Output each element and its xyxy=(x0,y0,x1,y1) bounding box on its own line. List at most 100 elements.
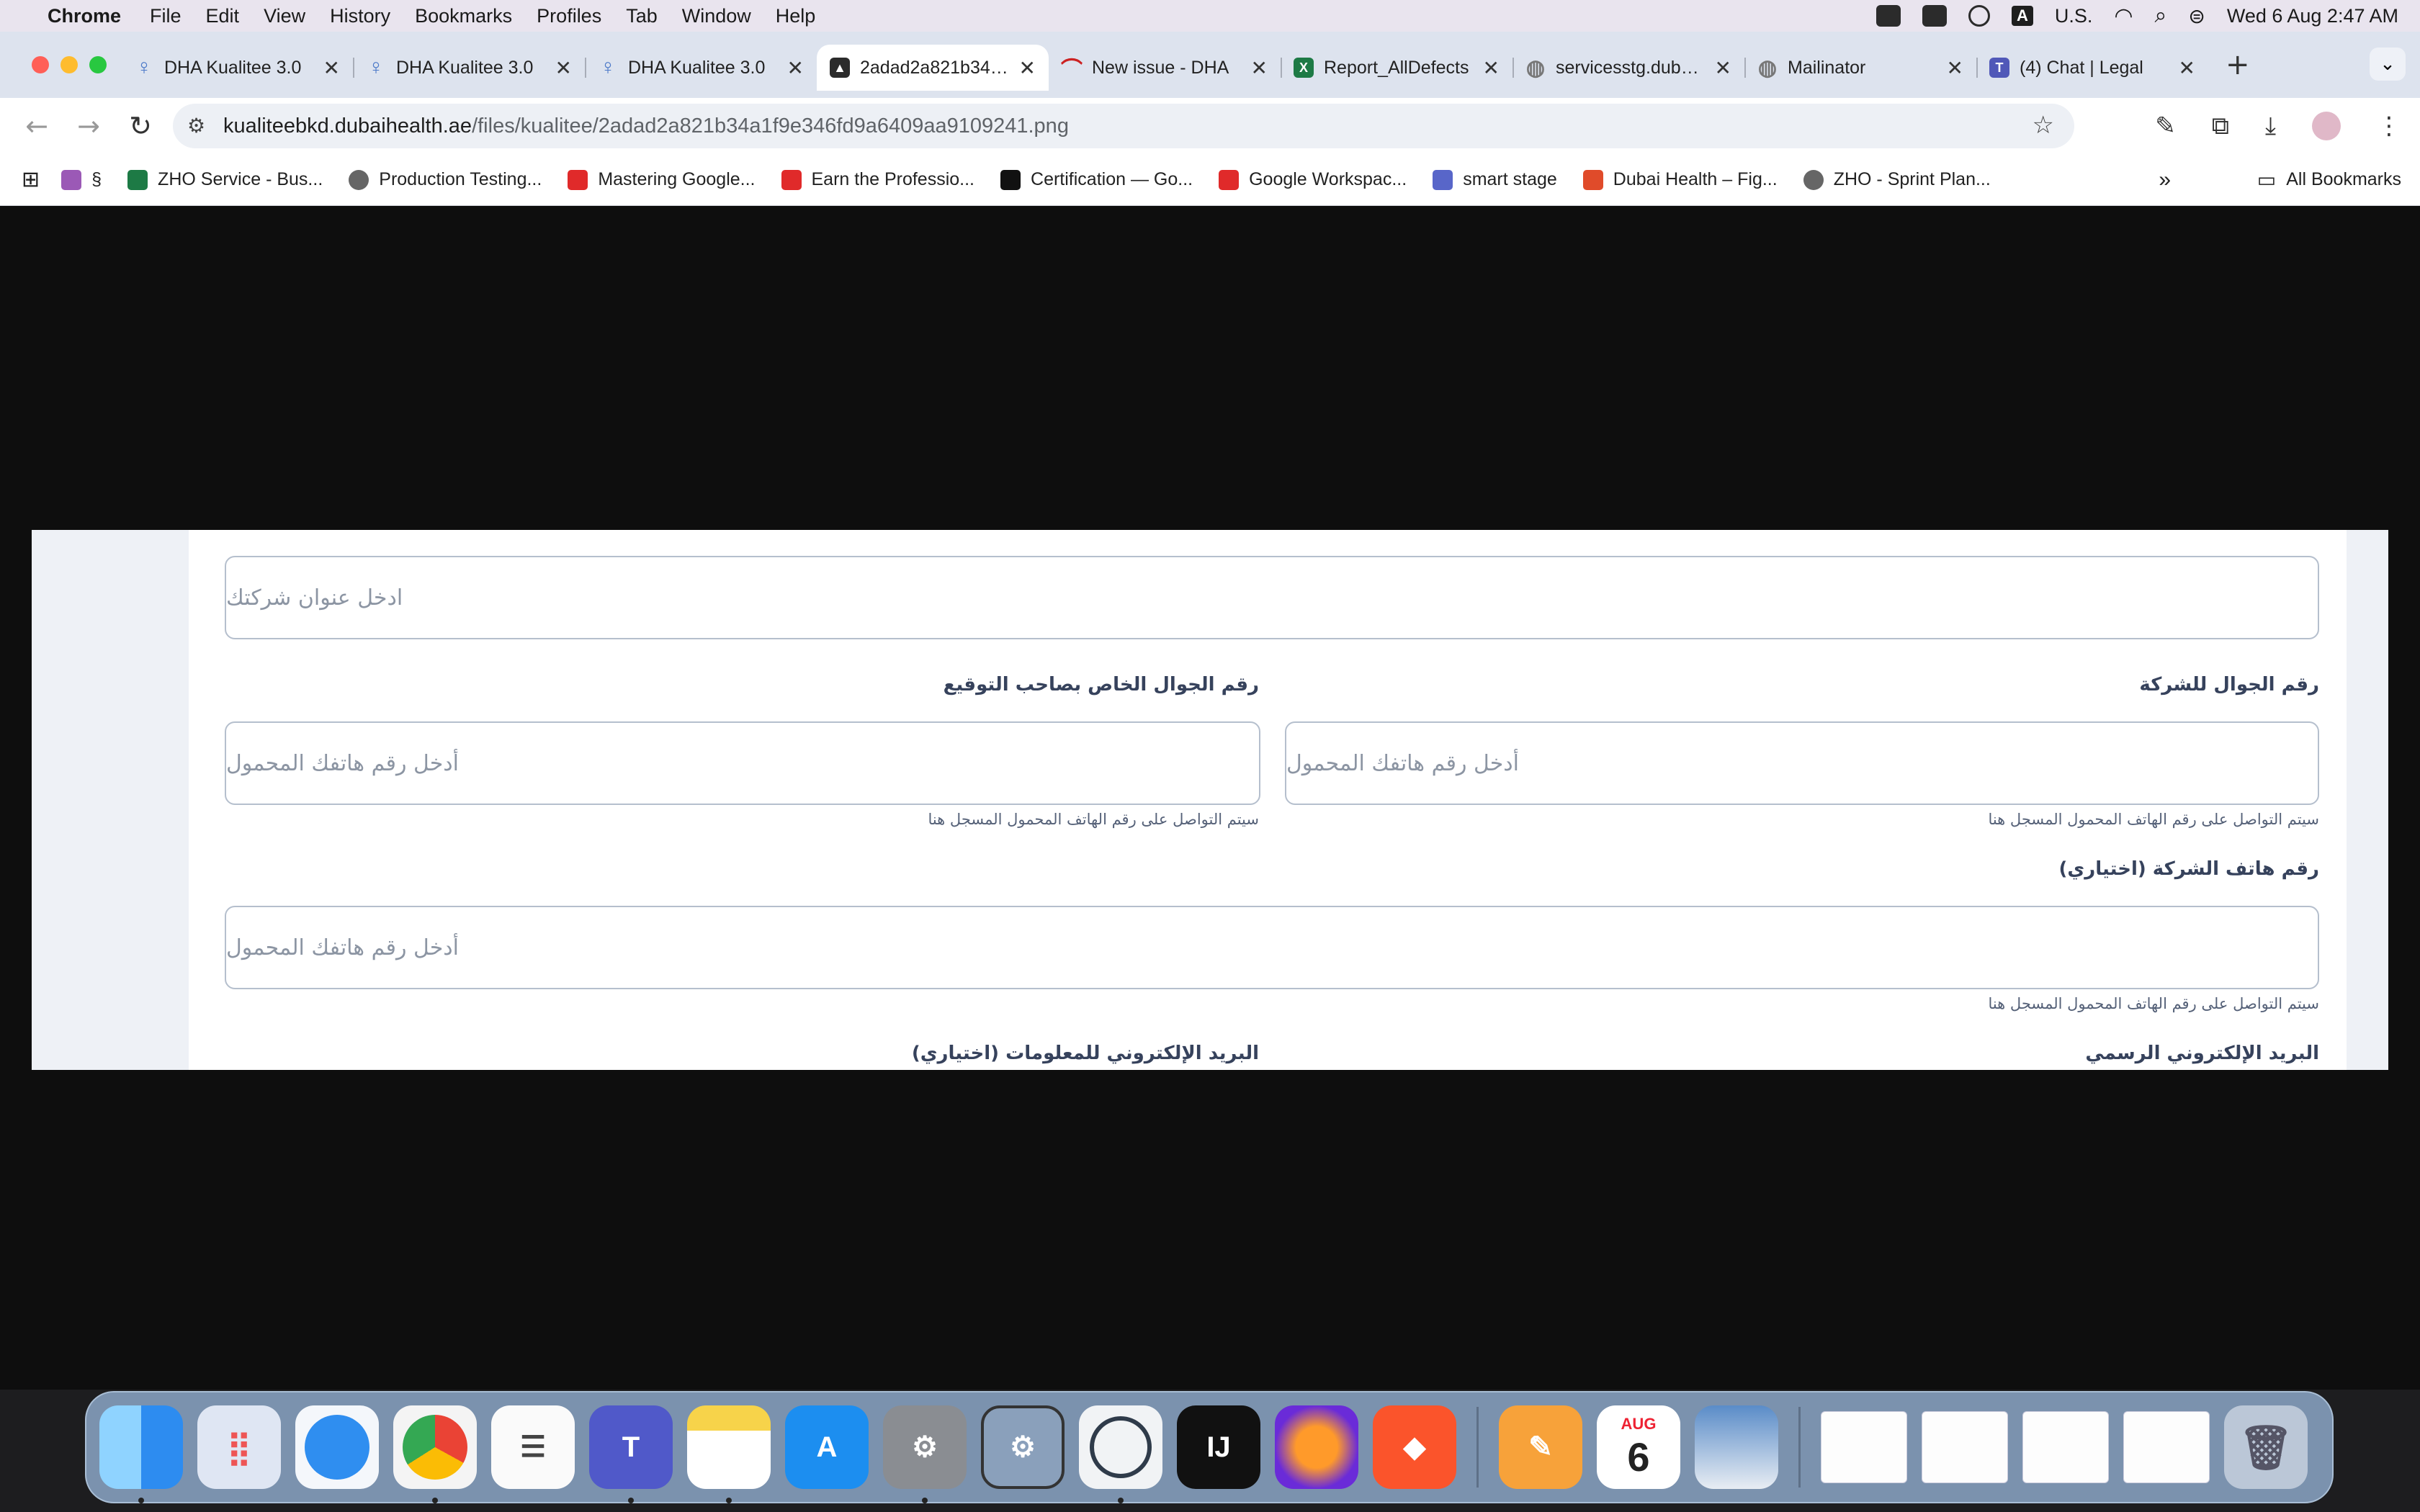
tab-search-chevron-down-icon[interactable]: ⌄ xyxy=(2370,48,2406,81)
input-source-badge[interactable]: A xyxy=(2011,6,2033,26)
close-tab-icon[interactable]: ✕ xyxy=(1947,56,1963,80)
menu-edit[interactable]: Edit xyxy=(206,5,240,27)
macos-dock: ⣿ ☰ T A ⚙ ⚙ IJ ◆ ✎ AUG 6 🗑 xyxy=(85,1391,2334,1503)
tab-new-issue[interactable]: ⌒ New issue - DHA ✕ xyxy=(1049,45,1281,91)
bookmark-item[interactable]: Certification — Go... xyxy=(1000,169,1193,190)
menu-window[interactable]: Window xyxy=(682,5,751,27)
more-bookmarks-chevron-icon[interactable]: » xyxy=(2159,168,2171,192)
launchpad-icon[interactable]: ⣿ xyxy=(197,1405,281,1489)
bookmark-item[interactable]: Google Workspac... xyxy=(1219,169,1407,190)
tab-report-all-defects[interactable]: X Report_AllDefects ✕ xyxy=(1281,45,1512,91)
app-store-icon[interactable]: A xyxy=(785,1405,869,1489)
tab-teams-chat[interactable]: T (4) Chat | Legal ✕ xyxy=(1976,45,2208,91)
vpn-shield-icon[interactable] xyxy=(1922,5,1947,27)
more-options-icon[interactable]: ⋮ xyxy=(2377,112,2401,140)
chrome-icon[interactable] xyxy=(393,1405,477,1503)
company-phone-input[interactable]: أدخل رقم هاتفك المحمول xyxy=(225,906,2319,989)
bookmark-item[interactable]: Production Testing... xyxy=(349,169,542,190)
control-center-icon[interactable]: ⊜ xyxy=(2188,4,2205,28)
menu-help[interactable]: Help xyxy=(776,5,816,27)
bookmark-item[interactable]: § xyxy=(61,169,102,190)
menu-tab[interactable]: Tab xyxy=(626,5,658,27)
close-tab-icon[interactable]: ✕ xyxy=(1715,56,1731,80)
close-tab-icon[interactable]: ✕ xyxy=(1019,56,1036,80)
menu-history[interactable]: History xyxy=(330,5,390,27)
globe-icon xyxy=(349,169,369,190)
company-mobile-input[interactable]: أدخل رقم هاتفك المحمول xyxy=(1285,721,2319,805)
tab-mailinator[interactable]: ◍ Mailinator ✕ xyxy=(1744,45,1976,91)
spotlight-search-icon[interactable]: ⌕ xyxy=(2155,4,2167,28)
safari-icon[interactable] xyxy=(295,1405,379,1489)
reminders-icon[interactable]: ☰ xyxy=(491,1405,575,1489)
close-window-icon[interactable] xyxy=(32,56,49,73)
tab-kualitee-2[interactable]: ♀ DHA Kualitee 3.0 ✕ xyxy=(353,45,585,91)
profile-avatar[interactable] xyxy=(2312,112,2341,140)
chart-icon xyxy=(1433,169,1453,190)
menu-view[interactable]: View xyxy=(264,5,305,27)
close-tab-icon[interactable]: ✕ xyxy=(1251,56,1268,80)
system-settings-icon[interactable]: ⚙ xyxy=(883,1405,967,1503)
input-source-label: U.S. xyxy=(2054,4,2093,27)
menu-app-name[interactable]: Chrome xyxy=(48,5,121,27)
tab-image-file-active[interactable]: ▲ 2adad2a821b34a1f9e346fd9a6409aa9109241.… xyxy=(817,45,1049,91)
address-bar[interactable]: ⚙ kualiteebkd.dubaihealth.ae/files/kuali… xyxy=(173,104,2074,148)
settings-gear-app-icon[interactable]: ⚙ xyxy=(981,1405,1065,1489)
notes-icon[interactable] xyxy=(687,1405,771,1503)
reload-icon[interactable]: ↻ xyxy=(125,110,156,142)
menubar-clock[interactable]: Wed 6 Aug 2:47 AM xyxy=(2227,5,2398,27)
company-phone-hint: سيتم التواصل على رقم الهاتف المحمول المس… xyxy=(1988,995,2319,1012)
new-tab-button[interactable]: + xyxy=(2226,48,2250,81)
download-icon[interactable]: ⤓ xyxy=(2265,112,2276,140)
menu-bookmarks[interactable]: Bookmarks xyxy=(415,5,512,27)
close-tab-icon[interactable]: ✕ xyxy=(1483,56,1500,80)
bookmarks-bar: ⊞ § ZHO Service - Bus... Production Test… xyxy=(0,154,2420,206)
zoom-window-icon[interactable] xyxy=(89,56,107,73)
bookmark-item[interactable]: Dubai Health – Fig... xyxy=(1582,169,1778,190)
close-tab-icon[interactable]: ✕ xyxy=(787,56,804,80)
forward-arrow-icon[interactable]: → xyxy=(73,110,104,142)
preview-icon[interactable] xyxy=(1695,1405,1778,1489)
close-tab-icon[interactable]: ✕ xyxy=(323,56,340,80)
bookmark-item[interactable]: Earn the Professio... xyxy=(781,169,974,190)
bookmark-item[interactable]: smart stage xyxy=(1433,169,1557,190)
firefox-icon[interactable] xyxy=(1275,1405,1358,1489)
recent-document-thumbnail[interactable] xyxy=(2123,1411,2210,1483)
finder-icon[interactable] xyxy=(99,1405,183,1503)
browser-toolbar: ← → ↻ ⚙ kualiteebkd.dubaihealth.ae/files… xyxy=(0,98,2420,154)
close-tab-icon[interactable]: ✕ xyxy=(2179,56,2195,80)
recent-document-thumbnail[interactable] xyxy=(1821,1411,1907,1483)
menu-file[interactable]: File xyxy=(150,5,182,27)
bookmark-item[interactable]: Mastering Google... xyxy=(568,169,756,190)
apps-grid-icon[interactable]: ⊞ xyxy=(22,167,40,192)
close-tab-icon[interactable]: ✕ xyxy=(555,56,572,80)
brave-icon[interactable]: ◆ xyxy=(1373,1405,1456,1489)
site-settings-icon[interactable]: ⚙ xyxy=(187,114,205,138)
wifi-icon[interactable]: ◠ xyxy=(2114,4,2133,29)
teams-icon[interactable]: T xyxy=(589,1405,673,1503)
minimize-window-icon[interactable] xyxy=(60,56,78,73)
pages-icon[interactable]: ✎ xyxy=(1499,1405,1582,1489)
proxy-app-icon[interactable] xyxy=(1079,1405,1162,1503)
all-bookmarks-button[interactable]: ▭ All Bookmarks xyxy=(2257,168,2401,192)
signatory-mobile-input[interactable]: أدخل رقم هاتفك المحمول xyxy=(225,721,1260,805)
copilot-icon[interactable] xyxy=(1968,5,1990,27)
back-arrow-icon[interactable]: ← xyxy=(22,110,52,142)
tab-kualitee-1[interactable]: ♀ DHA Kualitee 3.0 ✕ xyxy=(121,45,353,91)
bookmark-star-icon[interactable]: ☆ xyxy=(2033,111,2054,140)
eyedropper-extension-icon[interactable]: ✎ xyxy=(2155,112,2176,140)
bookmark-item[interactable]: ZHO - Sprint Plan... xyxy=(1803,169,1991,190)
tab-servicesstg[interactable]: ◍ servicesstg.dubaihealth ✕ xyxy=(1512,45,1744,91)
recent-document-thumbnail[interactable] xyxy=(1922,1411,2008,1483)
calendar-icon[interactable]: AUG 6 xyxy=(1597,1405,1680,1489)
intellij-icon[interactable]: IJ xyxy=(1177,1405,1260,1489)
tab-kualitee-3[interactable]: ♀ DHA Kualitee 3.0 ✕ xyxy=(585,45,817,91)
image-viewer-background: ادخل عنوان شركتك رقم الجوال للشركة رقم ا… xyxy=(0,206,2420,1390)
recent-document-thumbnail[interactable] xyxy=(2022,1411,2109,1483)
status-app-icon[interactable] xyxy=(1876,5,1901,27)
menu-profiles[interactable]: Profiles xyxy=(537,5,601,27)
bookmark-item[interactable]: ZHO Service - Bus... xyxy=(127,169,323,190)
company-address-input[interactable]: ادخل عنوان شركتك xyxy=(225,556,2319,639)
extensions-puzzle-icon[interactable]: ⧉ xyxy=(2212,112,2229,140)
bookmark-icon xyxy=(61,169,82,190)
trash-icon[interactable]: 🗑 xyxy=(2224,1405,2308,1489)
